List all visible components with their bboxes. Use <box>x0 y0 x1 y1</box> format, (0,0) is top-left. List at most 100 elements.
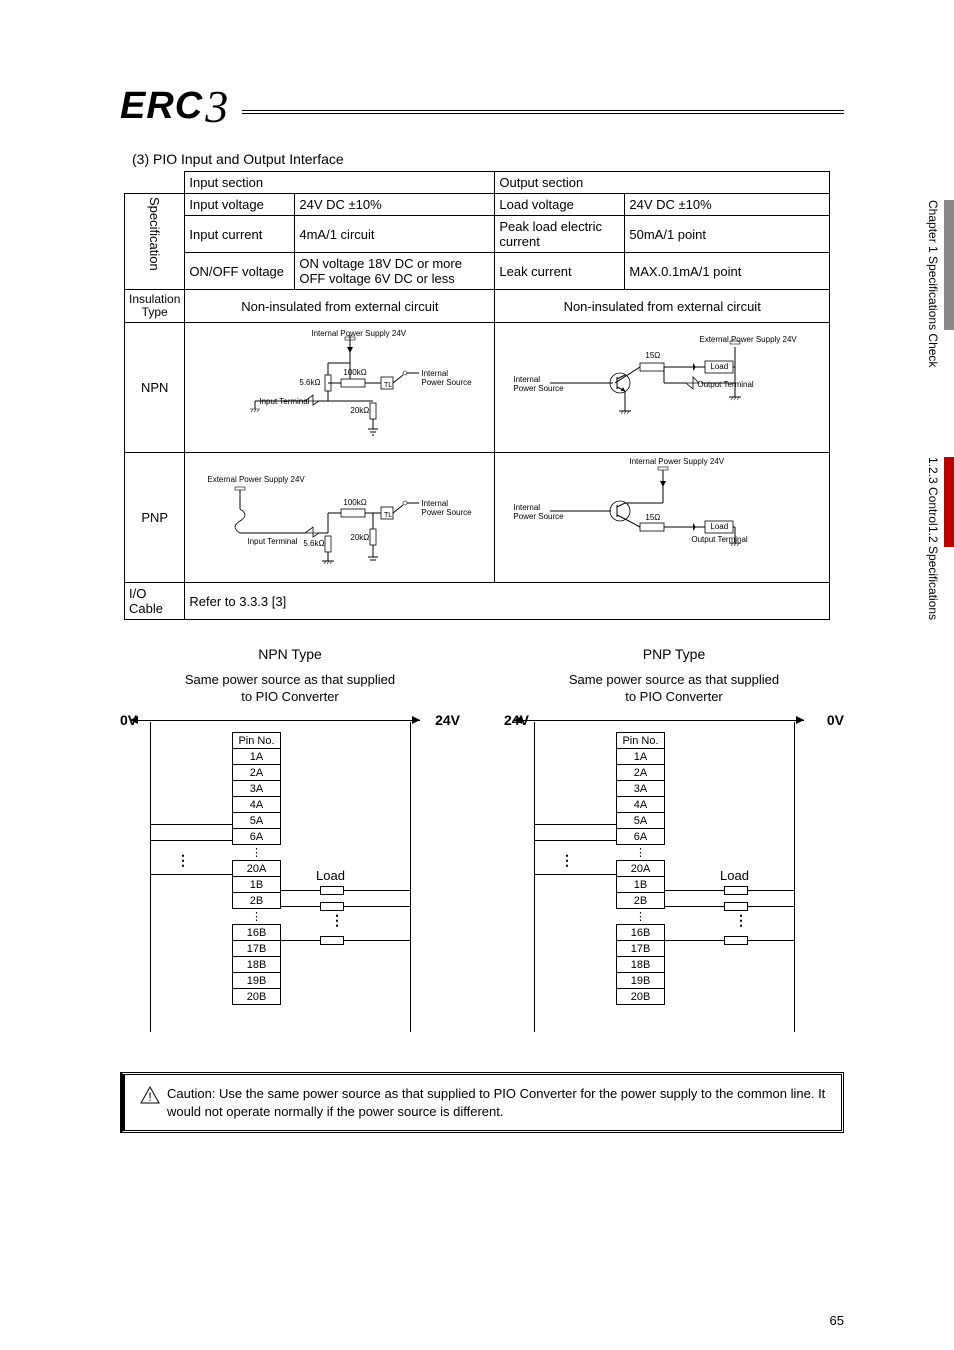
wiring-supply-note: Same power source as that supplied to PI… <box>120 672 460 706</box>
io-cable-ref: Refer to 3.3.3 [3] <box>185 583 830 620</box>
cell: Input voltage <box>185 194 295 216</box>
label: Internal Power Source <box>513 375 563 393</box>
npn-output-circuit: 15Ω Load External Power Supply 24V Inter… <box>495 323 830 453</box>
pin: 18B <box>233 957 281 973</box>
pnp-input-circuit: TL External Power Supply 24V Input Termi… <box>185 453 495 583</box>
label: 100kΩ <box>343 368 366 377</box>
pin: 4A <box>233 797 281 813</box>
svg-text:TL: TL <box>384 512 392 519</box>
side-tab-chapter: Chapter 1 Specifications Check <box>926 200 954 367</box>
dots: ⋮ <box>617 845 665 861</box>
pin: 3A <box>233 781 281 797</box>
label: Output Terminal <box>691 535 747 544</box>
pin: 1B <box>233 877 281 893</box>
label: Internal Power Source <box>421 499 471 517</box>
load-box <box>724 886 748 895</box>
pin-table: Pin No. 1A 2A 3A 4A 5A 6A ⋮ 20A 1B 2B ⋮ … <box>616 732 665 1005</box>
cell: 4mA/1 circuit <box>295 216 495 253</box>
specification-label: Specification <box>125 194 185 290</box>
cell: ON voltage 18V DC or more OFF voltage 6V… <box>295 253 495 290</box>
rail-24v: 24V <box>504 712 529 728</box>
pnp-wiring: PNP Type Same power source as that suppl… <box>504 646 844 1042</box>
dots: ⋮ <box>734 912 748 929</box>
label: 20kΩ <box>350 406 369 415</box>
dots: ⋮ <box>560 852 574 869</box>
label: Internal Power Supply 24V <box>629 457 724 466</box>
cell: 50mA/1 point <box>625 216 830 253</box>
cell: MAX.0.1mA/1 point <box>625 253 830 290</box>
cell: Input current <box>185 216 295 253</box>
label: 5.6kΩ <box>299 378 320 387</box>
caution-box: ! Caution: Use the same power source as … <box>120 1072 844 1133</box>
logo-brand: ERC <box>120 85 203 128</box>
insulation-output: Non-insulated from external circuit <box>495 290 830 323</box>
side-tab-spec: 1.2.3 Control 1.2 Specifications <box>926 457 954 620</box>
npn-input-circuit: TL Internal Power Supply 24V 5.6kΩ <box>185 323 495 453</box>
dots: ⋮ <box>330 912 344 929</box>
label: 15Ω <box>645 513 660 522</box>
pin-header: Pin No. <box>617 733 665 749</box>
cell: Leak current <box>495 253 625 290</box>
pin: 20A <box>233 861 281 877</box>
caution-label: Caution: <box>167 1086 215 1101</box>
tab-spec-text: 1.2 Specifications <box>926 526 940 620</box>
pin: 6A <box>233 829 281 845</box>
npn-label: NPN <box>125 323 185 453</box>
label: 15Ω <box>645 351 660 360</box>
tab-chapter-text: Chapter 1 Specifications Check <box>926 200 944 367</box>
label: External Power Supply 24V <box>699 335 796 344</box>
dots: ⋮ <box>233 909 281 925</box>
pin: 18B <box>617 957 665 973</box>
label: 20kΩ <box>350 533 369 542</box>
load-box <box>320 886 344 895</box>
output-section-header: Output section <box>495 172 830 194</box>
label: Internal Power Source <box>513 503 563 521</box>
pin: 5A <box>233 813 281 829</box>
pin: 1B <box>617 877 665 893</box>
cell: Peak load electric current <box>495 216 625 253</box>
pin: 2B <box>617 893 665 909</box>
pin: 1A <box>617 749 665 765</box>
label: Internal Power Supply 24V <box>311 329 406 338</box>
wiring-supply-note: Same power source as that supplied to PI… <box>504 672 844 706</box>
pin: 1A <box>233 749 281 765</box>
load-box <box>724 902 748 911</box>
npn-wiring: NPN Type Same power source as that suppl… <box>120 646 460 1042</box>
insulation-input: Non-insulated from external circuit <box>185 290 495 323</box>
label: Load <box>710 362 728 371</box>
page-number: 65 <box>830 1313 844 1328</box>
caution-body: Use the same power source as that suppli… <box>167 1086 825 1119</box>
label: 5.6kΩ <box>303 539 324 548</box>
load-box <box>724 936 748 945</box>
logo-model: 3 <box>205 80 228 133</box>
pin: 20B <box>617 989 665 1005</box>
pin: 2A <box>233 765 281 781</box>
pnp-output-circuit: Internal Power Supply 24V Internal Power… <box>495 453 830 583</box>
pin: 20B <box>233 989 281 1005</box>
pin-header: Pin No. <box>233 733 281 749</box>
pin: 4A <box>617 797 665 813</box>
pin: 2A <box>617 765 665 781</box>
pin: 6A <box>617 829 665 845</box>
svg-text:TL: TL <box>384 382 392 389</box>
pnp-label: PNP <box>125 453 185 583</box>
cell: 24V DC ±10% <box>625 194 830 216</box>
cell: ON/OFF voltage <box>185 253 295 290</box>
pin: 16B <box>617 925 665 941</box>
logo-rule <box>242 110 844 114</box>
load-box <box>320 902 344 911</box>
cell: 24V DC ±10% <box>295 194 495 216</box>
pin: 19B <box>233 973 281 989</box>
pin: 17B <box>233 941 281 957</box>
brand-logo: ERC 3 <box>120 80 844 133</box>
load-box <box>320 936 344 945</box>
io-cable-label: I/O Cable <box>125 583 185 620</box>
load-label: Load <box>316 868 345 883</box>
pin: 5A <box>617 813 665 829</box>
label: Input Terminal <box>247 537 297 546</box>
rail-0v: 0V <box>120 712 137 728</box>
label: Input Terminal <box>259 397 309 406</box>
pin: 19B <box>617 973 665 989</box>
dots: ⋮ <box>233 845 281 861</box>
label: Internal Power Source <box>421 369 471 387</box>
